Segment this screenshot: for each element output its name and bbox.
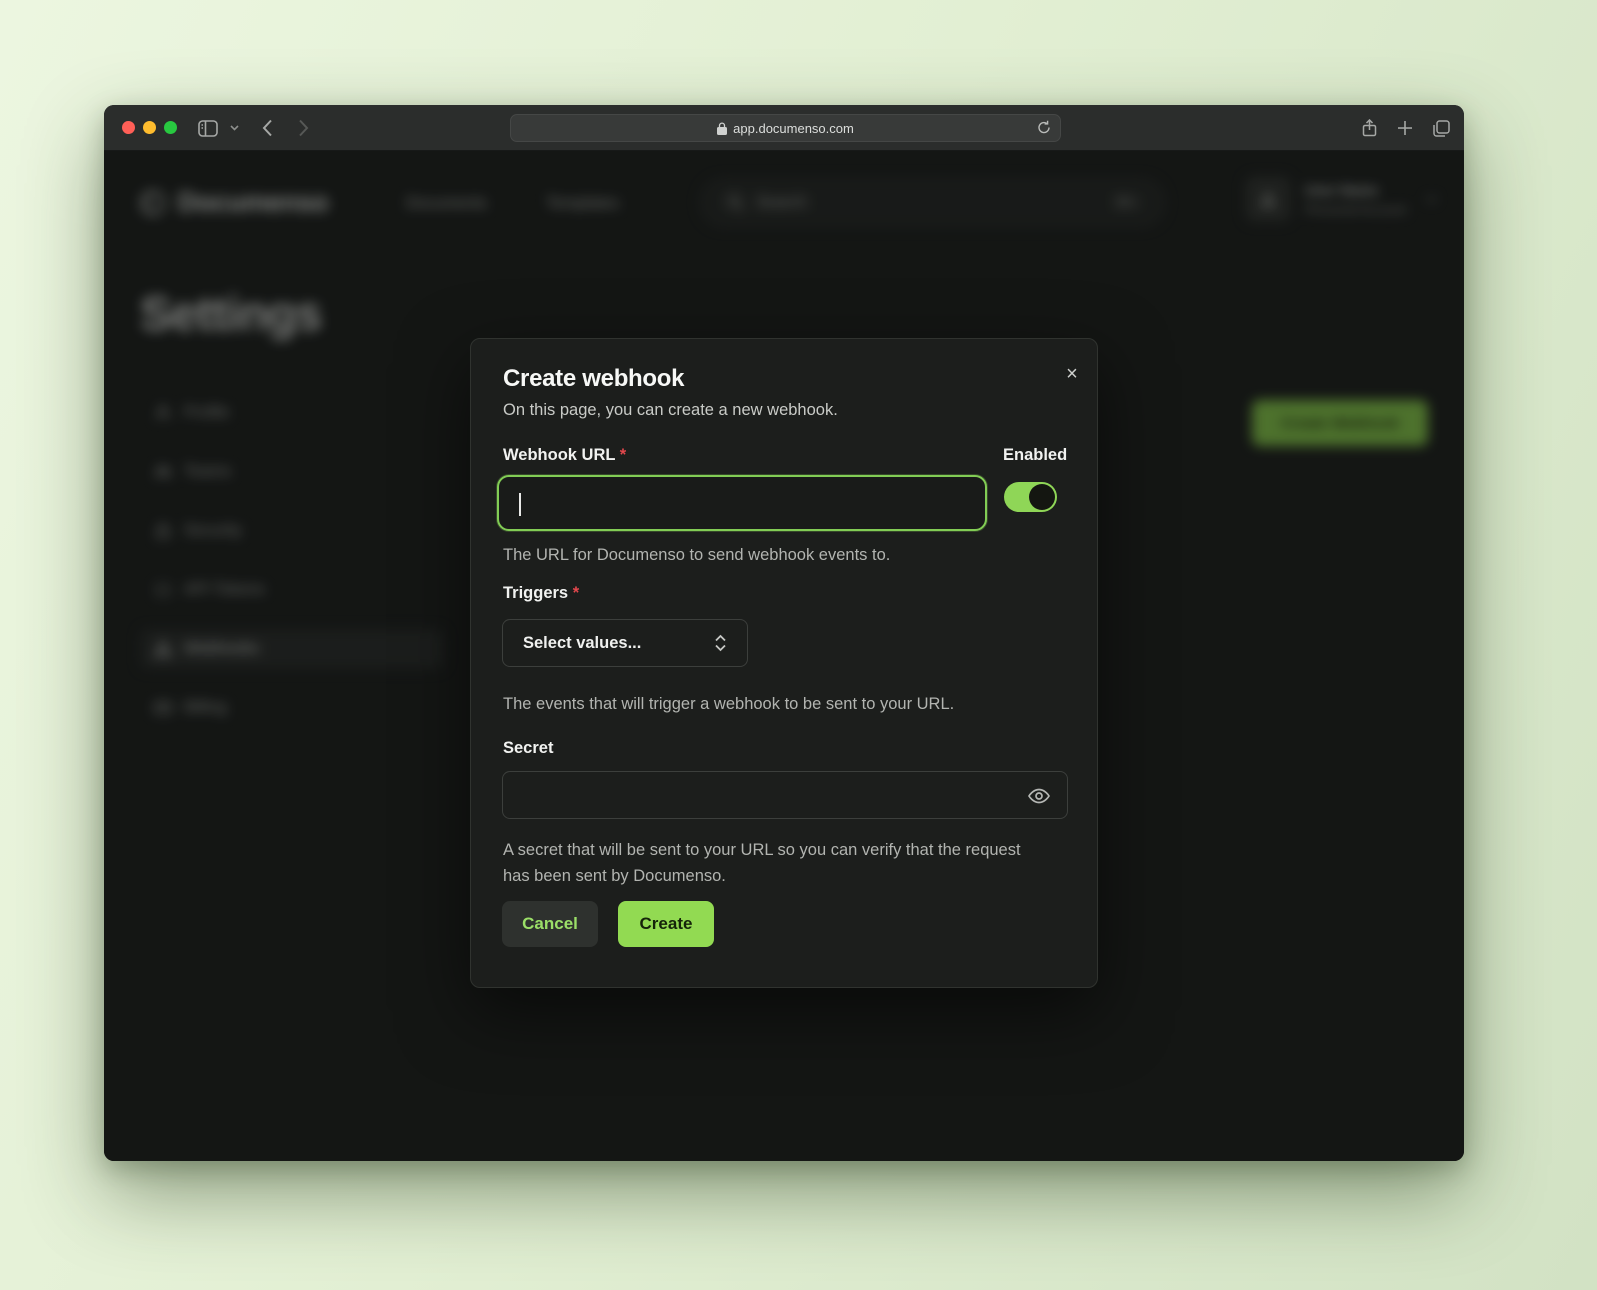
webhook-url-label-text: Webhook URL [503,446,615,464]
triggers-label-text: Triggers [503,584,568,602]
zoom-window-button[interactable] [164,121,177,134]
secret-input[interactable] [502,771,1068,819]
close-window-button[interactable] [122,121,135,134]
browser-window: app.documenso.com [104,105,1464,1161]
modal-description: On this page, you can create a new webho… [503,401,838,420]
share-icon[interactable] [1356,105,1382,151]
required-asterisk: * [620,446,626,464]
minimize-window-button[interactable] [143,121,156,134]
triggers-label: Triggers * [503,584,579,603]
secret-help: A secret that will be sent to your URL s… [503,837,1027,889]
triggers-help: The events that will trigger a webhook t… [503,691,954,717]
browser-toolbar: app.documenso.com [104,105,1464,151]
secret-label: Secret [503,739,553,758]
new-tab-icon[interactable] [1392,105,1418,151]
forward-button-icon[interactable] [292,105,314,151]
create-button[interactable]: Create [618,901,714,947]
webhook-url-help: The URL for Documenso to send webhook ev… [503,542,890,568]
create-webhook-modal: Create webhook × On this page, you can c… [470,338,1098,988]
triggers-select-value: Select values... [523,634,641,653]
window-controls [122,121,177,134]
url-text: app.documenso.com [733,121,854,136]
required-asterisk: * [573,584,579,602]
text-caret [519,493,521,516]
eye-icon[interactable] [1027,784,1051,813]
cancel-button[interactable]: Cancel [502,901,598,947]
reload-icon[interactable] [1037,120,1051,138]
modal-title: Create webhook [503,365,684,393]
sidebar-toggle-icon[interactable] [194,105,222,151]
address-bar[interactable]: app.documenso.com [510,114,1061,142]
enabled-toggle[interactable] [1004,482,1057,512]
lock-icon [717,122,727,135]
webhook-url-label: Webhook URL * [503,446,626,465]
enabled-label: Enabled [1003,446,1067,465]
toggle-thumb [1029,484,1055,510]
chevron-up-down-icon [714,634,727,652]
triggers-select[interactable]: Select values... [502,619,748,667]
close-icon[interactable]: × [1059,361,1085,387]
page-content: Documenso Documents Templates Search ⌘K … [104,151,1464,1161]
back-button-icon[interactable] [256,105,278,151]
tab-overview-icon[interactable] [1428,105,1454,151]
webhook-url-input[interactable] [497,475,987,531]
sidebar-chevron-icon[interactable] [226,105,242,151]
